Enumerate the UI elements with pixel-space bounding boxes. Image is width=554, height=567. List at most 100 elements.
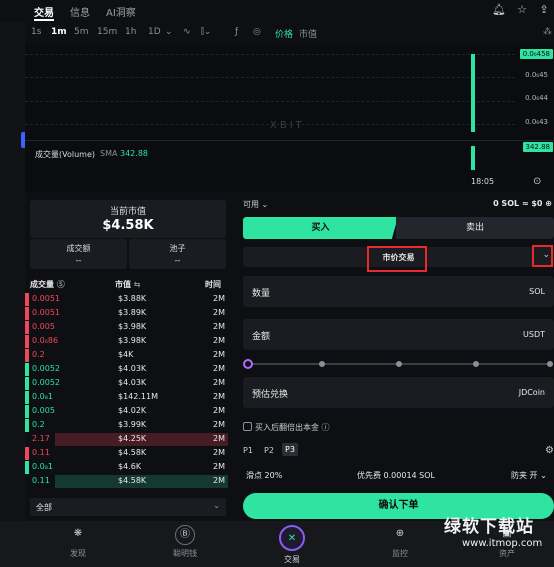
trade-time: 2M <box>213 476 225 485</box>
timeframe-1m[interactable]: 1m <box>51 27 67 37</box>
double-out-checkbox[interactable] <box>243 422 252 431</box>
trade-time: 2M <box>213 294 225 303</box>
trade-row[interactable]: 0.2 $4K 2M <box>25 349 228 362</box>
trade-amount: 0.11 <box>32 476 50 485</box>
preset-p2[interactable]: P2 <box>264 446 274 455</box>
trade-amount: 0.005 <box>32 322 55 331</box>
volume-label: 成交量(Volume) <box>35 150 95 159</box>
wave-icon[interactable]: ∿ <box>183 27 191 37</box>
tab-info[interactable]: 信息 <box>70 4 90 19</box>
chart-toolbar: 1s 1m 5m 15m 1h 1D ⌄ ∿ ⫿⌄ ƒ ◎ 价格 市值 ⁂ <box>25 23 554 43</box>
trade-row[interactable]: 0.0₆86 $3.98K 2M <box>25 335 228 348</box>
last-price-tag: 0.0₆458 <box>519 49 553 59</box>
priority-fee-text[interactable]: 优先费 0.00014 SOL <box>357 470 435 481</box>
indicator-icon[interactable]: ƒ <box>235 27 238 37</box>
slider-stop[interactable] <box>547 361 553 367</box>
trade-time: 2M <box>213 322 225 331</box>
pool-stat-value: -- <box>174 256 181 265</box>
amount-slider-thumb[interactable] <box>243 359 253 369</box>
slider-stop[interactable] <box>396 361 402 367</box>
trade-time: 2M <box>213 448 225 457</box>
highlight-box-order-type <box>367 246 427 272</box>
timeframe-5m[interactable]: 5m <box>74 27 89 37</box>
timeframe-1s[interactable]: 1s <box>31 27 41 37</box>
nav-monitor[interactable]: ⊕ 监控 <box>370 525 430 559</box>
preset-p3[interactable]: P3 <box>282 443 298 456</box>
slider-stop[interactable] <box>319 361 325 367</box>
trade-row[interactable]: 0.0051 $3.89K 2M <box>25 307 228 320</box>
trade-side-bar <box>25 307 29 320</box>
highlight-box-dropdown <box>532 245 553 267</box>
nav-label: 交易 <box>284 555 300 564</box>
bell-icon[interactable]: 🔔︎ <box>492 3 506 17</box>
trades-header-mcap[interactable]: 市值 ⇆ <box>115 279 141 290</box>
volume-stat-value: -- <box>75 256 82 265</box>
gear-icon[interactable]: ⚙︎ <box>545 445 554 456</box>
trade-row[interactable]: 0.0052 $4.03K 2M <box>25 377 228 390</box>
trade-row[interactable]: 0.0052 $4.03K 2M <box>25 363 228 376</box>
trade-row[interactable]: 2.17 $4.25K 2M <box>25 433 228 446</box>
market-cap-toggle[interactable]: 市值 <box>299 27 317 40</box>
trade-amount: 0.0052 <box>32 364 60 373</box>
grid-line <box>25 54 515 55</box>
sort-icon: ⇆ <box>133 280 141 289</box>
tab-ai-insight[interactable]: AI洞察 <box>106 4 136 19</box>
trade-amount: 0.005 <box>32 406 55 415</box>
volume-card: 成交额 -- <box>30 239 127 269</box>
slider-stop[interactable] <box>473 361 479 367</box>
sell-tab[interactable]: 卖出 <box>396 217 554 239</box>
chevron-down-icon: ⌄ <box>213 501 220 510</box>
timeframe-1h[interactable]: 1h <box>125 27 136 37</box>
preset-p1[interactable]: P1 <box>243 446 253 455</box>
order-panel: 可用 ⌄ 0 SOL ≈ $0 ⊕ 买入 卖出 市价交易 ⌄ 数量 SOL 金额… <box>236 193 554 523</box>
trade-side-bar <box>25 447 29 460</box>
nav-discover[interactable]: ❋ 发现 <box>48 525 108 559</box>
market-cap-card: 当前市值 $4.58K <box>30 200 226 238</box>
discover-icon: ❋ <box>73 528 83 539</box>
timeframe-15m[interactable]: 15m <box>97 27 117 37</box>
trade-side-bar <box>25 377 29 390</box>
amount-label: 数量 <box>252 289 271 299</box>
price-toggle[interactable]: 价格 <box>275 27 293 40</box>
candles-icon[interactable]: ⫿⌄ <box>201 27 211 37</box>
amount-input[interactable]: 数量 SOL <box>243 276 554 307</box>
star-icon[interactable]: ☆ <box>515 3 529 17</box>
trade-side-bar <box>25 461 29 474</box>
left-drawer-bar <box>0 22 27 567</box>
tab-trade[interactable]: 交易 <box>34 4 54 19</box>
trade-row[interactable]: 0.11 $4.58K 2M <box>25 447 228 460</box>
trade-time: 2M <box>213 350 225 359</box>
settings-icon[interactable]: ◎ <box>253 27 261 37</box>
trade-filter-select[interactable]: 全部 ⌄ <box>30 498 226 516</box>
timeframe-1d[interactable]: 1D <box>148 27 161 37</box>
trade-row[interactable]: 0.005 $3.98K 2M <box>25 321 228 334</box>
trade-row[interactable]: 0.005 $4.02K 2M <box>25 405 228 418</box>
trade-amount: 0.0₆86 <box>32 336 59 345</box>
trade-row[interactable]: 0.0051 $3.88K 2M <box>25 293 228 306</box>
buy-tab[interactable]: 买入 <box>243 217 398 239</box>
mev-protect-text[interactable]: 防夹 开 ⌄ <box>511 470 547 481</box>
slippage-text[interactable]: 滑点 20% <box>246 470 282 481</box>
total-input[interactable]: 金额 USDT <box>243 319 554 350</box>
trade-row[interactable]: 0.0₈1 $4.6K 2M <box>25 461 228 474</box>
trade-time: 2M <box>213 364 225 373</box>
nav-trade[interactable]: ✕ 交易 <box>262 525 322 565</box>
site-watermark-name: 绿软下载站 <box>444 517 534 537</box>
trade-time: 2M <box>213 406 225 415</box>
layout-icon[interactable]: ⁂ <box>543 27 552 37</box>
trade-row[interactable]: 0.0₈1 $142.11M 2M <box>25 391 228 404</box>
balance-text: 0 SOL ≈ $0 ⊕ <box>493 199 552 208</box>
total-label: 金额 <box>252 332 271 342</box>
chevron-down-icon[interactable]: ⌄ <box>165 27 173 37</box>
trade-row[interactable]: 0.2 $3.99K 2M <box>25 419 228 432</box>
nav-smart-money[interactable]: Ⓑ 聪明钱 <box>155 525 215 559</box>
price-chart[interactable]: 0.0₆458 0.0₆45 0.0₆44 0.0₆43 XBIT 成交量(Vo… <box>25 44 554 192</box>
top-tab-bar: 交易 信息 AI洞察 🔔︎ ☆ ⇪ <box>0 0 554 22</box>
active-tab-underline <box>34 19 54 21</box>
volume-bar <box>471 146 475 170</box>
pool-card: 池子 -- <box>129 239 226 269</box>
share-icon[interactable]: ⇪ <box>537 3 551 17</box>
trade-mcap: $4.03K <box>118 378 147 387</box>
trade-row[interactable]: 0.11 $4.58K 2M <box>25 475 228 488</box>
reset-chart-icon[interactable]: ⊙ <box>533 176 541 187</box>
